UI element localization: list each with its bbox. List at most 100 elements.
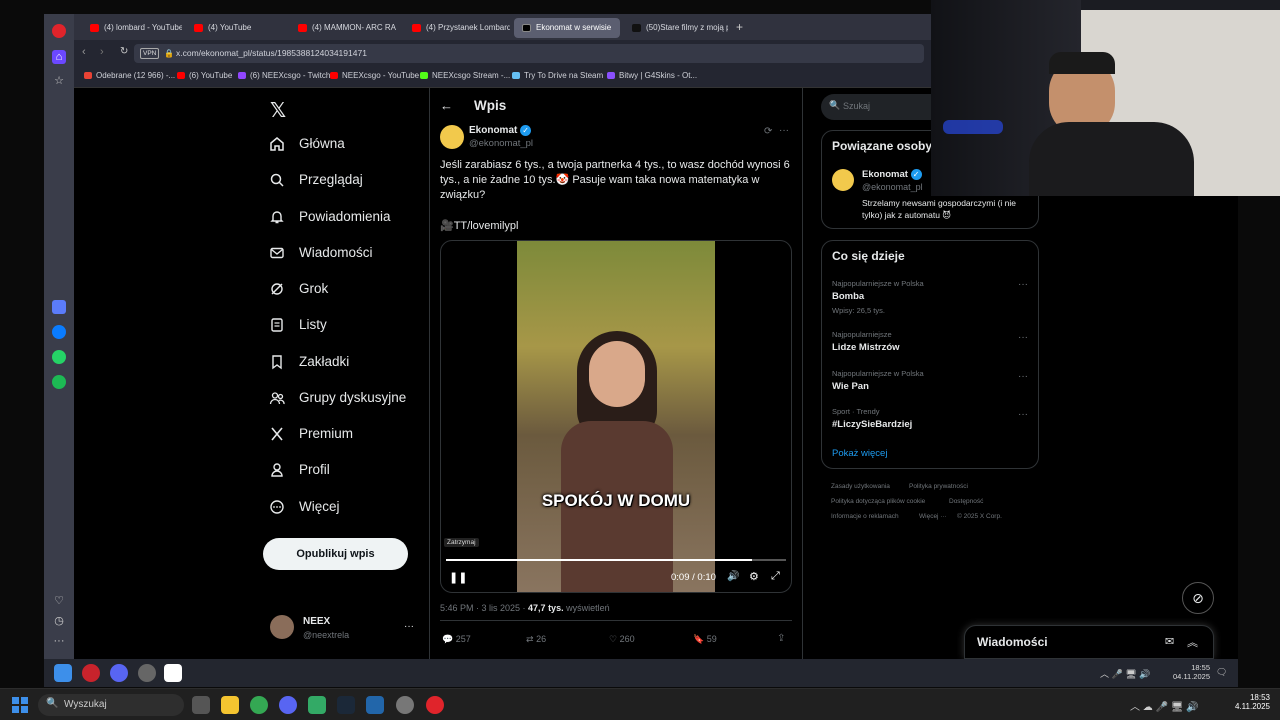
discord-icon[interactable] [110, 664, 128, 682]
volume-icon[interactable]: 🔊 [727, 571, 739, 582]
tab-lombard[interactable]: (4) lombard - YouTube [82, 18, 182, 38]
nav-explore[interactable]: Przeglądaj [269, 168, 363, 192]
repost-button[interactable]: ⇄ 26 [526, 634, 546, 645]
trend-name[interactable]: Wie Pan [832, 381, 869, 392]
footer-link[interactable]: Dostępność [949, 498, 983, 505]
file-explorer-icon[interactable] [221, 696, 239, 714]
grok-fab-icon[interactable]: ⊘ [1182, 582, 1214, 614]
show-more-link[interactable]: Pokaż więcej [832, 448, 887, 459]
back-arrow-icon[interactable]: ← [440, 98, 453, 113]
reply-button[interactable]: 💬 257 [442, 634, 471, 645]
obs-icon[interactable] [138, 664, 156, 682]
footer-link[interactable]: Polityka dotycząca plików cookie [831, 498, 925, 505]
tab-mammon[interactable]: (4) MAMMON- ARC RAIDE [290, 18, 396, 38]
nav-lists[interactable]: Listy [269, 313, 327, 337]
messages-drawer[interactable]: Wiadomości ✉ ︽ [964, 625, 1214, 659]
trend-menu-icon[interactable]: ··· [1018, 371, 1028, 382]
opera-icon[interactable] [82, 664, 100, 682]
nav-profile[interactable]: Profil [269, 458, 330, 482]
grok-post-icon[interactable]: ⟳ [764, 126, 772, 137]
related-name[interactable]: Ekonomat ✓ [862, 169, 922, 180]
footer-link[interactable]: Zasady użytkowania [831, 483, 890, 490]
share-icon[interactable]: ⇪ [777, 633, 785, 644]
x-logo-icon[interactable]: 𝕏 [270, 98, 286, 123]
heart-icon[interactable]: ♡ [52, 594, 66, 608]
aria-icon[interactable] [52, 300, 66, 314]
post-menu-icon[interactable]: ··· [779, 125, 789, 136]
author-name[interactable]: Ekonomat ✓ [469, 125, 532, 136]
obs-icon[interactable] [396, 696, 414, 714]
more-icon[interactable]: ··· [52, 634, 66, 648]
author-avatar[interactable] [440, 125, 464, 149]
tray-icons[interactable]: ︿ ☁ 🎤 🖥 🔊 [1130, 698, 1199, 713]
nav-grok[interactable]: Grok [269, 277, 328, 301]
pause-icon[interactable]: ❚❚ [449, 571, 467, 584]
opera-gx-icon[interactable] [426, 696, 444, 714]
back-icon[interactable]: ‹ [82, 46, 86, 58]
app-icon[interactable] [164, 664, 182, 682]
windows-search-input[interactable]: 🔍 Wyszukaj [38, 694, 184, 716]
nav-notifications[interactable]: Powiadomienia [269, 205, 391, 229]
inner-clock[interactable]: 18:55 04.11.2025 [1172, 663, 1210, 681]
nav-messages[interactable]: Wiadomości [269, 241, 373, 265]
footer-link[interactable]: Polityka prywatności [909, 483, 968, 490]
nav-bookmarks[interactable]: Zakładki [269, 350, 349, 374]
video-progress-track[interactable] [446, 559, 786, 561]
nav-communities[interactable]: Grupy dyskusyjne [269, 386, 406, 410]
settings-icon[interactable]: ⚙ [749, 570, 759, 583]
avatar[interactable] [270, 615, 294, 639]
discord-icon[interactable] [279, 696, 297, 714]
vpn-badge[interactable]: VPN [140, 48, 160, 59]
trend-name[interactable]: Bomba [832, 291, 864, 302]
speed-dial-icon[interactable]: ☆ [52, 74, 66, 88]
windows-clock[interactable]: 18:53 4.11.2025 [1228, 693, 1270, 711]
bookmark-youtube[interactable]: (6) YouTube [177, 71, 232, 80]
tab-ekonomat[interactable]: Ekonomat w serwisie [514, 18, 620, 38]
notification-icon[interactable]: 🗨 [1216, 667, 1227, 678]
windows-start-icon[interactable] [54, 664, 72, 682]
tray-icons[interactable]: ︿ 🎤 🖥 🔊 [1100, 667, 1150, 680]
whatsapp-icon[interactable] [52, 350, 66, 364]
new-message-icon[interactable]: ✉ [1165, 635, 1174, 648]
bookmark-kick[interactable]: NEEXcsgo Stream -... [420, 71, 510, 80]
forward-icon[interactable]: › [100, 46, 104, 58]
footer-link[interactable]: Informacje o reklamach [831, 513, 899, 520]
windows-start-icon[interactable] [12, 697, 28, 713]
task-view-icon[interactable] [192, 696, 210, 714]
reload-icon[interactable]: ↻ [120, 46, 128, 57]
bookmark-g4skins[interactable]: Bitwy | G4Skins - Ot... [607, 71, 697, 80]
tab-przystanek[interactable]: (4) Przystanek Lombard - [404, 18, 510, 38]
spotify-icon[interactable] [52, 375, 66, 389]
author-handle[interactable]: @ekonomat_pl [469, 138, 533, 149]
trend-name[interactable]: Lidze Mistrzów [832, 342, 900, 353]
trend-menu-icon[interactable]: ··· [1018, 332, 1028, 343]
bookmark-twitch[interactable]: (6) NEEXcsgo - Twitch [238, 71, 330, 80]
opera-logo-icon[interactable] [52, 24, 66, 38]
app-icon[interactable] [366, 696, 384, 714]
related-avatar[interactable] [832, 169, 854, 191]
trend-menu-icon[interactable]: ··· [1018, 409, 1028, 420]
tab-stare-filmy[interactable]: (50)Stare filmy z moją prze [624, 18, 728, 38]
like-button[interactable]: ♡ 260 [609, 634, 635, 645]
footer-link[interactable]: Więcej ··· [919, 513, 947, 520]
tab-youtube[interactable]: (4) YouTube [186, 18, 286, 38]
nav-home[interactable]: Główna [269, 132, 345, 156]
messenger-icon[interactable] [52, 325, 66, 339]
fullscreen-icon[interactable]: ⤢ [771, 570, 780, 583]
history-icon[interactable]: ◷ [52, 614, 66, 628]
trend-name[interactable]: #LiczySieBardziej [832, 419, 912, 430]
bookmark-neex-youtube[interactable]: NEEXcsgo - YouTube [330, 71, 419, 80]
bookmark-gmail[interactable]: Odebrane (12 966) -... [84, 71, 175, 80]
new-tab-button[interactable]: + [736, 20, 743, 34]
bookmark-button[interactable]: 🔖 59 [693, 634, 717, 645]
xbox-icon[interactable] [308, 696, 326, 714]
trend-menu-icon[interactable]: ··· [1018, 279, 1028, 290]
bookmark-steam[interactable]: Try To Drive na Steam [512, 71, 603, 80]
post-button[interactable]: Opublikuj wpis [263, 538, 408, 570]
expand-icon[interactable]: ︽ [1187, 634, 1198, 650]
steam-icon[interactable] [337, 696, 355, 714]
video-player[interactable]: SPOKÓJ W DOMU Zatrzymaj ❚❚ 0:09 / 0:10 🔊… [440, 240, 792, 593]
account-menu-icon[interactable]: ··· [404, 621, 414, 632]
nav-premium[interactable]: Premium [269, 422, 353, 446]
chrome-icon[interactable] [250, 696, 268, 714]
